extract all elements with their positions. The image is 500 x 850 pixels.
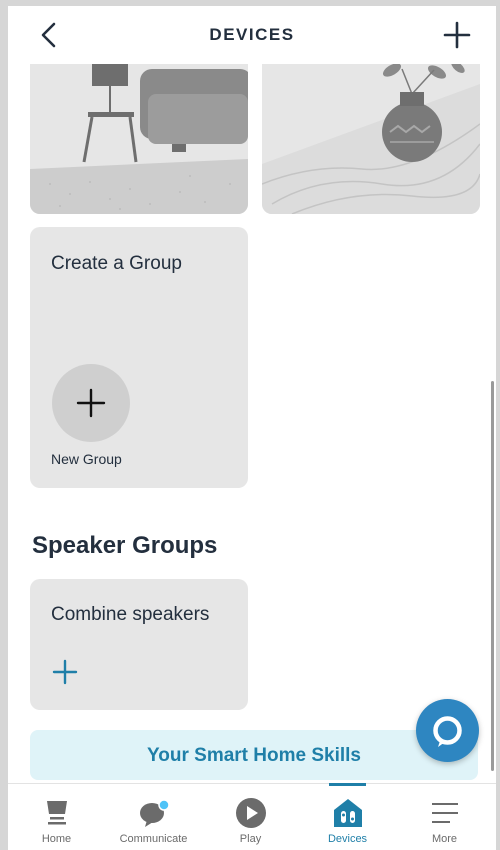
speaker-groups-heading: Speaker Groups	[32, 532, 218, 559]
living-room-tile[interactable]	[30, 64, 248, 214]
alexa-button[interactable]	[416, 699, 479, 762]
new-group-label: New Group	[51, 451, 122, 467]
home-icon	[46, 801, 67, 825]
page-title: DEVICES	[209, 25, 295, 44]
scrollbar[interactable]	[491, 381, 494, 771]
plus-icon	[443, 21, 471, 49]
nav-label-play: Play	[239, 833, 262, 845]
nav-label-home: Home	[41, 833, 72, 845]
nav-label-devices: Devices	[327, 833, 368, 845]
chat-bubble-icon	[139, 799, 170, 827]
smart-home-skills-button[interactable]: Your Smart Home Skills	[30, 730, 478, 780]
nav-item-devices[interactable]: Devices	[299, 783, 396, 850]
devices-house-icon	[333, 799, 362, 827]
nav-item-more[interactable]: More	[396, 784, 493, 850]
new-group-button[interactable]	[52, 364, 130, 442]
alexa-ring-icon	[433, 716, 462, 747]
menu-lines-icon	[431, 803, 458, 823]
living-room-illustration	[30, 64, 248, 214]
nav-item-communicate[interactable]: Communicate	[105, 784, 202, 850]
vase-tile[interactable]	[262, 64, 480, 214]
devices-screen: DEVICES Create a Group New Group Speaker…	[8, 6, 496, 850]
active-tab-indicator	[329, 783, 366, 786]
nav-item-home[interactable]: Home	[8, 784, 105, 850]
combine-speakers-title: Combine speakers	[51, 604, 210, 625]
top-bar: DEVICES	[8, 6, 496, 64]
smart-home-skills-label: Your Smart Home Skills	[147, 745, 361, 766]
bottom-navigation: Home Communicate Play Devices More	[8, 783, 496, 850]
play-icon	[235, 798, 266, 828]
plus-icon	[52, 659, 78, 685]
combine-speakers-card[interactable]: Combine speakers	[30, 579, 248, 710]
nav-item-play[interactable]: Play	[202, 784, 299, 850]
nav-label-communicate: Communicate	[119, 833, 188, 845]
add-device-button[interactable]	[440, 18, 474, 52]
plus-icon	[76, 388, 106, 418]
create-group-title: Create a Group	[51, 253, 182, 274]
create-group-card[interactable]: Create a Group New Group	[30, 227, 248, 488]
vase-illustration	[262, 64, 480, 214]
nav-label-more: More	[431, 833, 458, 845]
